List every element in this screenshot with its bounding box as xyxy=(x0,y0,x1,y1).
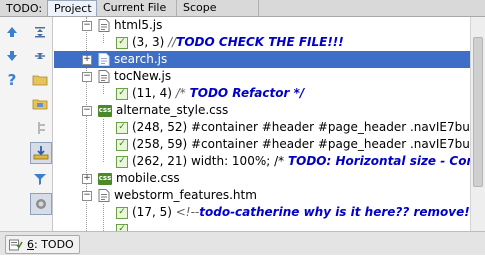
tab-current-file[interactable]: Current File xyxy=(97,0,177,16)
todo-prefix: #container #header #page_header .navIE7b… xyxy=(190,120,485,134)
todo-text: TODO CHECK THE FILE!!! xyxy=(176,35,344,49)
todo-item-icon: ✓ xyxy=(116,36,128,49)
tree-row-todo[interactable]: ✓ (17, 5) <!--todo-catherine why is it h… xyxy=(54,204,485,221)
expand-all-icon[interactable] xyxy=(30,22,50,42)
todo-position: (258, 59) xyxy=(132,137,188,151)
css-file-icon: css xyxy=(98,172,112,185)
expand-toggle[interactable]: + xyxy=(82,55,92,65)
todo-item-icon: ✓ xyxy=(116,155,128,168)
arrow-down-icon[interactable] xyxy=(2,46,22,66)
tree-row-partial[interactable]: ✓ xyxy=(54,221,485,231)
tool-window-number: 6 xyxy=(27,238,34,251)
html-file-icon xyxy=(98,189,110,202)
vertical-scrollbar[interactable] xyxy=(470,17,485,231)
collapse-toggle[interactable]: − xyxy=(82,72,92,82)
collapse-toggle[interactable]: − xyxy=(82,106,92,116)
file-name: webstorm_features.htm xyxy=(114,188,257,202)
tree-row-file[interactable]: + css mobile.css xyxy=(54,170,485,187)
todo-prefix: width: 100%; /* xyxy=(187,154,288,168)
todo-prefix: // xyxy=(164,35,177,49)
file-name: mobile.css xyxy=(116,171,180,185)
js-file-icon xyxy=(98,70,110,83)
file-name: tocNew.js xyxy=(114,69,172,83)
scrollbar-thumb[interactable] xyxy=(473,37,483,187)
todo-item-icon: ✓ xyxy=(116,138,128,151)
tree-row-file[interactable]: − webstorm_features.htm xyxy=(54,187,485,204)
expand-toggle[interactable]: + xyxy=(82,174,92,184)
todo-position: (248, 52) xyxy=(132,120,188,134)
todo-text: TODO: Horizontal size - Container Si xyxy=(287,154,485,168)
tab-project[interactable]: Project xyxy=(47,0,97,16)
todo-tool-icon xyxy=(9,239,23,251)
todo-header: TODO: Project Current File Scope Based xyxy=(0,0,485,29)
tool-window-label: : TODO xyxy=(34,238,74,251)
tree-row-todo[interactable]: ✓ (3, 3) //TODO CHECK THE FILE!!! xyxy=(54,34,485,51)
js-file-icon xyxy=(98,19,110,32)
filter-icon[interactable] xyxy=(30,169,50,189)
preview-icon[interactable] xyxy=(30,193,52,215)
todo-position: (3, 3) xyxy=(132,35,165,49)
tab-scope-based[interactable]: Scope Based xyxy=(177,0,259,29)
todo-position: (11, 4) xyxy=(132,86,172,100)
css-file-icon: css xyxy=(98,104,112,117)
flatten-packages-icon[interactable] xyxy=(30,118,50,138)
todo-item-icon: ✓ xyxy=(116,121,128,134)
collapse-all-icon[interactable] xyxy=(30,46,50,66)
todo-item-icon: ✓ xyxy=(116,87,128,100)
tree-row-todo[interactable]: ✓ (262, 21) width: 100%; /* TODO: Horizo… xyxy=(54,153,485,170)
todo-prefix: /* xyxy=(171,86,190,100)
todo-position: (17, 5) xyxy=(132,205,172,219)
help-icon[interactable]: ? xyxy=(2,70,22,90)
arrow-up-icon[interactable] xyxy=(2,22,22,42)
todo-tree[interactable]: − html5.js ✓ (3, 3) //TODO CHECK THE FIL… xyxy=(54,17,485,231)
tree-row-todo[interactable]: ✓ (258, 59) #container #header #page_hea… xyxy=(54,136,485,153)
autoscroll-icon[interactable] xyxy=(30,142,52,164)
tab-project-label: Project xyxy=(54,2,92,15)
file-name: search.js xyxy=(114,52,168,66)
tree-row-file[interactable]: − css alternate_style.css xyxy=(54,102,485,119)
tree-row-file[interactable]: − html5.js xyxy=(54,17,485,34)
file-name: html5.js xyxy=(114,18,163,32)
todo-prefix: <!-- xyxy=(171,205,200,219)
todo-text: todo-catherine why is it here?? remove! xyxy=(199,205,470,219)
collapse-toggle[interactable]: − xyxy=(82,21,92,31)
todo-item-icon: ✓ xyxy=(116,223,128,231)
file-name: alternate_style.css xyxy=(116,103,229,117)
todo-title: TODO: xyxy=(6,2,43,15)
tool-window-bar: 6: TODO xyxy=(0,231,485,255)
collapse-toggle[interactable]: − xyxy=(82,191,92,201)
todo-position: (262, 21) xyxy=(132,154,188,168)
tree-row-file-selected[interactable]: + search.js xyxy=(54,51,485,68)
tree-row-todo[interactable]: ✓ (248, 52) #container #header #page_hea… xyxy=(54,119,485,136)
folder-icon[interactable] xyxy=(30,70,50,90)
tree-row-file[interactable]: − tocNew.js xyxy=(54,68,485,85)
todo-tool-window-button[interactable]: 6: TODO xyxy=(5,235,80,254)
todo-text: TODO Refactor */ xyxy=(189,86,305,100)
js-file-icon xyxy=(98,53,110,66)
todo-item-icon: ✓ xyxy=(116,206,128,219)
todo-toolbar: ? xyxy=(0,17,53,231)
tree-row-todo[interactable]: ✓ (11, 4) /* TODO Refactor */ xyxy=(54,85,485,102)
module-icon[interactable] xyxy=(30,94,50,114)
tab-current-file-label: Current File xyxy=(103,1,167,14)
todo-prefix: #container #header #page_header .navIE7b… xyxy=(190,137,485,151)
